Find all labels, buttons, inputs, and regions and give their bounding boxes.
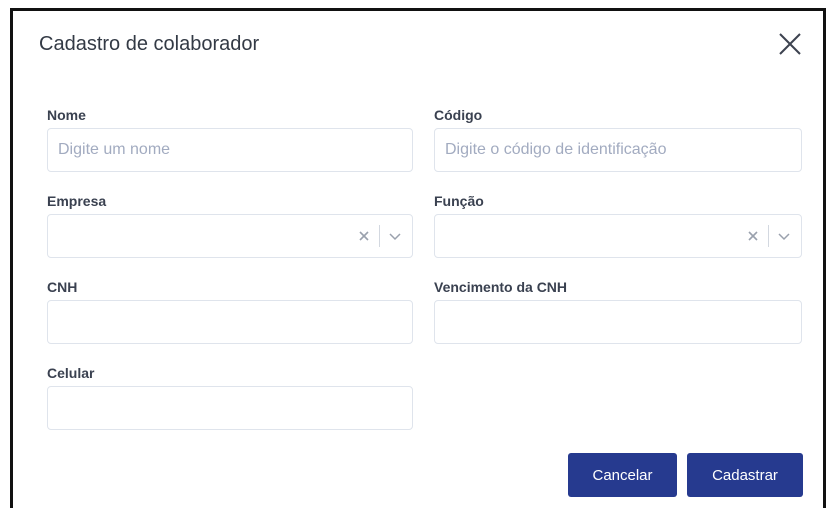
- codigo-input[interactable]: [434, 128, 802, 172]
- nome-input[interactable]: [47, 128, 413, 172]
- funcao-label: Função: [434, 193, 484, 209]
- empresa-select-indicators: [357, 215, 402, 257]
- employee-registration-dialog: Cadastro de colaborador Nome Código Empr…: [10, 8, 826, 508]
- vencimento-cnh-label: Vencimento da CNH: [434, 279, 568, 295]
- celular-input[interactable]: [47, 386, 413, 430]
- cnh-input[interactable]: [47, 300, 413, 344]
- chevron-down-icon[interactable]: [777, 229, 791, 243]
- submit-button[interactable]: Cadastrar: [687, 453, 803, 497]
- empresa-label: Empresa: [47, 193, 107, 209]
- indicator-separator: [768, 225, 769, 247]
- codigo-label: Código: [434, 107, 483, 123]
- indicator-separator: [379, 225, 380, 247]
- dialog-title: Cadastro de colaborador: [39, 33, 260, 55]
- close-button[interactable]: [777, 31, 803, 57]
- cnh-label: CNH: [47, 279, 78, 295]
- clear-icon[interactable]: [357, 229, 371, 243]
- cancel-button[interactable]: Cancelar: [568, 453, 677, 497]
- empresa-select[interactable]: [47, 214, 413, 258]
- funcao-select-indicators: [746, 215, 791, 257]
- celular-label: Celular: [47, 365, 95, 381]
- nome-label: Nome: [47, 107, 86, 123]
- vencimento-cnh-input[interactable]: [434, 300, 802, 344]
- funcao-select[interactable]: [434, 214, 802, 258]
- chevron-down-icon[interactable]: [388, 229, 402, 243]
- close-icon: [779, 33, 801, 55]
- clear-icon[interactable]: [746, 229, 760, 243]
